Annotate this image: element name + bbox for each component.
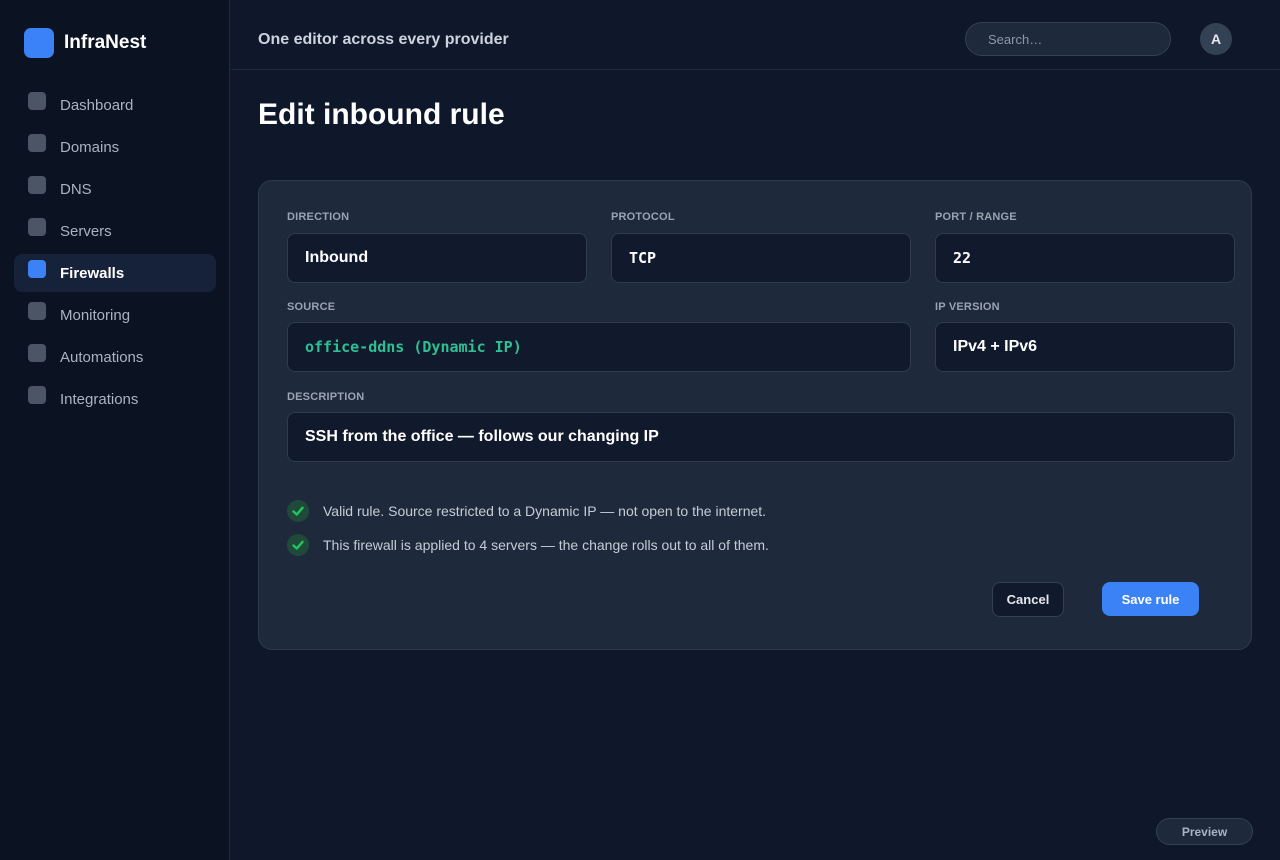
- sidebar-item-integrations[interactable]: Integrations: [14, 380, 216, 418]
- rule-form-card: DIRECTION Inbound PROTOCOL TCP PORT / RA…: [258, 180, 1252, 650]
- source-label: SOURCE: [287, 301, 336, 313]
- validation-message: Valid rule. Source restricted to a Dynam…: [287, 500, 766, 522]
- automations-icon: [28, 344, 46, 362]
- sidebar-item-servers[interactable]: Servers: [14, 212, 216, 250]
- direction-label: DIRECTION: [287, 211, 350, 223]
- sidebar-item-label: Monitoring: [60, 306, 131, 324]
- save-rule-button[interactable]: Save rule: [1102, 582, 1199, 616]
- sidebar-item-label: Integrations: [60, 390, 139, 408]
- sidebar: InfraNest Dashboard Domains DNS Servers …: [0, 0, 230, 860]
- check-icon: [287, 500, 309, 522]
- domains-icon: [28, 134, 46, 152]
- servers-icon: [28, 218, 46, 236]
- sidebar-nav: Dashboard Domains DNS Servers Firewalls …: [14, 86, 216, 422]
- sidebar-item-label: Automations: [60, 348, 144, 366]
- sidebar-item-label: Servers: [60, 222, 112, 240]
- description-label: DESCRIPTION: [287, 391, 365, 403]
- direction-select[interactable]: Inbound: [287, 233, 587, 283]
- sidebar-item-label: Domains: [60, 138, 120, 156]
- avatar[interactable]: A: [1200, 23, 1232, 55]
- check-icon: [287, 534, 309, 556]
- preview-button[interactable]: Preview: [1156, 818, 1253, 845]
- description-field[interactable]: SSH from the office — follows our changi…: [287, 412, 1235, 462]
- sidebar-item-automations[interactable]: Automations: [14, 338, 216, 376]
- dashboard-icon: [28, 92, 46, 110]
- dns-icon: [28, 176, 46, 194]
- search-input[interactable]: [965, 22, 1171, 56]
- sidebar-item-label: DNS: [60, 180, 92, 198]
- port-range-label: PORT / RANGE: [935, 211, 1017, 223]
- protocol-label: PROTOCOL: [611, 211, 675, 223]
- integrations-icon: [28, 386, 46, 404]
- header-tagline: One editor across every provider: [258, 31, 509, 48]
- validation-text: This firewall is applied to 4 servers — …: [323, 537, 769, 553]
- sidebar-item-domains[interactable]: Domains: [14, 128, 216, 166]
- app-name: InfraNest: [64, 32, 147, 53]
- validation-text: Valid rule. Source restricted to a Dynam…: [323, 503, 767, 519]
- sidebar-item-label: Dashboard: [60, 96, 134, 114]
- protocol-select[interactable]: TCP: [611, 233, 911, 283]
- ip-version-select[interactable]: IPv4 + IPv6: [935, 322, 1235, 372]
- ip-version-label: IP VERSION: [935, 301, 1000, 313]
- source-field[interactable]: office-ddns (Dynamic IP): [287, 322, 911, 372]
- port-range-field[interactable]: 22: [935, 233, 1235, 283]
- infranest-logo-icon: [24, 28, 54, 58]
- sidebar-item-monitoring[interactable]: Monitoring: [14, 296, 216, 334]
- brand[interactable]: InfraNest: [24, 28, 146, 58]
- sidebar-item-label: Firewalls: [60, 264, 125, 282]
- top-bar: One editor across every provider A: [231, 0, 1280, 70]
- validation-message: This firewall is applied to 4 servers — …: [287, 534, 769, 556]
- page-title: Edit inbound rule: [258, 98, 505, 131]
- monitoring-icon: [28, 302, 46, 320]
- sidebar-item-dashboard[interactable]: Dashboard: [14, 86, 216, 124]
- cancel-button[interactable]: Cancel: [992, 582, 1064, 617]
- sidebar-item-firewalls[interactable]: Firewalls: [14, 254, 216, 292]
- sidebar-item-dns[interactable]: DNS: [14, 170, 216, 208]
- firewalls-icon: [28, 260, 46, 278]
